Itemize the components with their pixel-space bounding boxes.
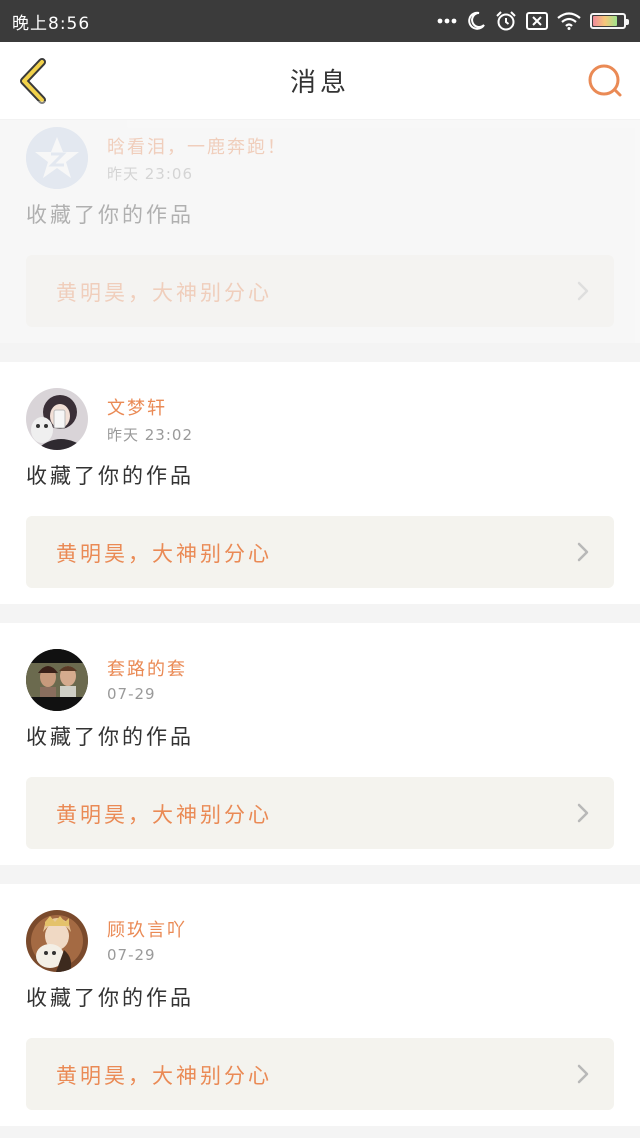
avatar[interactable] — [26, 910, 88, 972]
message-card[interactable]: 文梦轩 昨天 23:02 收藏了你的作品 黄明昊，大神别分心 — [0, 362, 640, 604]
sender-name[interactable]: 晗看泪，一鹿奔跑！ — [107, 133, 287, 159]
chevron-right-icon — [577, 803, 589, 823]
status-icons — [437, 10, 629, 32]
sim-off-icon — [526, 12, 548, 30]
message-action: 收藏了你的作品 — [26, 203, 194, 227]
moon-icon — [468, 11, 485, 30]
chevron-right-icon — [577, 542, 589, 562]
message-action: 收藏了你的作品 — [26, 986, 194, 1010]
avatar[interactable] — [26, 127, 88, 189]
work-title: 黄明昊，大神别分心 — [56, 1064, 272, 1088]
work-link[interactable]: 黄明昊，大神别分心 — [26, 516, 614, 588]
message-card[interactable]: 顾玖言吖 07-29 收藏了你的作品 黄明昊，大神别分心 — [0, 884, 640, 1126]
work-link[interactable]: 黄明昊，大神别分心 — [26, 1038, 614, 1110]
page-title: 消息 — [289, 68, 350, 98]
message-time: 昨天 23:06 — [107, 165, 193, 183]
message-card[interactable]: 晗看泪，一鹿奔跑！ 昨天 23:06 收藏了你的作品 黄明昊，大神别分心 — [0, 101, 640, 343]
sender-name[interactable]: 顾玖言吖 — [107, 916, 187, 942]
battery-level — [593, 16, 617, 26]
work-link[interactable]: 黄明昊，大神别分心 — [26, 255, 614, 327]
alarm-icon — [496, 11, 516, 31]
avatar-photo — [26, 910, 88, 972]
work-link[interactable]: 黄明昊，大神别分心 — [26, 777, 614, 849]
avatar-photo — [26, 649, 88, 711]
message-action: 收藏了你的作品 — [26, 464, 194, 488]
status-bar: 晚上8:56 — [0, 0, 640, 42]
avatar-photo — [26, 388, 88, 450]
avatar[interactable] — [26, 649, 88, 711]
message-time: 昨天 23:02 — [107, 426, 193, 444]
wifi-icon — [557, 12, 581, 30]
sender-name[interactable]: 套路的套 — [107, 655, 187, 681]
sender-name[interactable]: 文梦轩 — [107, 394, 167, 420]
work-title: 黄明昊，大神别分心 — [56, 542, 272, 566]
search-icon[interactable] — [586, 62, 624, 100]
message-card[interactable]: 套路的套 07-29 收藏了你的作品 黄明昊，大神别分心 — [0, 623, 640, 865]
chevron-left-icon[interactable] — [16, 58, 50, 104]
status-time: 晚上8:56 — [12, 13, 91, 34]
chevron-right-icon — [577, 281, 589, 301]
chevron-right-icon — [577, 1064, 589, 1084]
message-time: 07-29 — [107, 946, 156, 964]
work-title: 黄明昊，大神别分心 — [56, 281, 272, 305]
more-dots-icon — [437, 18, 457, 24]
battery-icon — [590, 13, 629, 29]
work-title: 黄明昊，大神别分心 — [56, 803, 272, 827]
message-action: 收藏了你的作品 — [26, 725, 194, 749]
message-time: 07-29 — [107, 685, 156, 703]
default-avatar-icon — [26, 127, 88, 189]
avatar[interactable] — [26, 388, 88, 450]
